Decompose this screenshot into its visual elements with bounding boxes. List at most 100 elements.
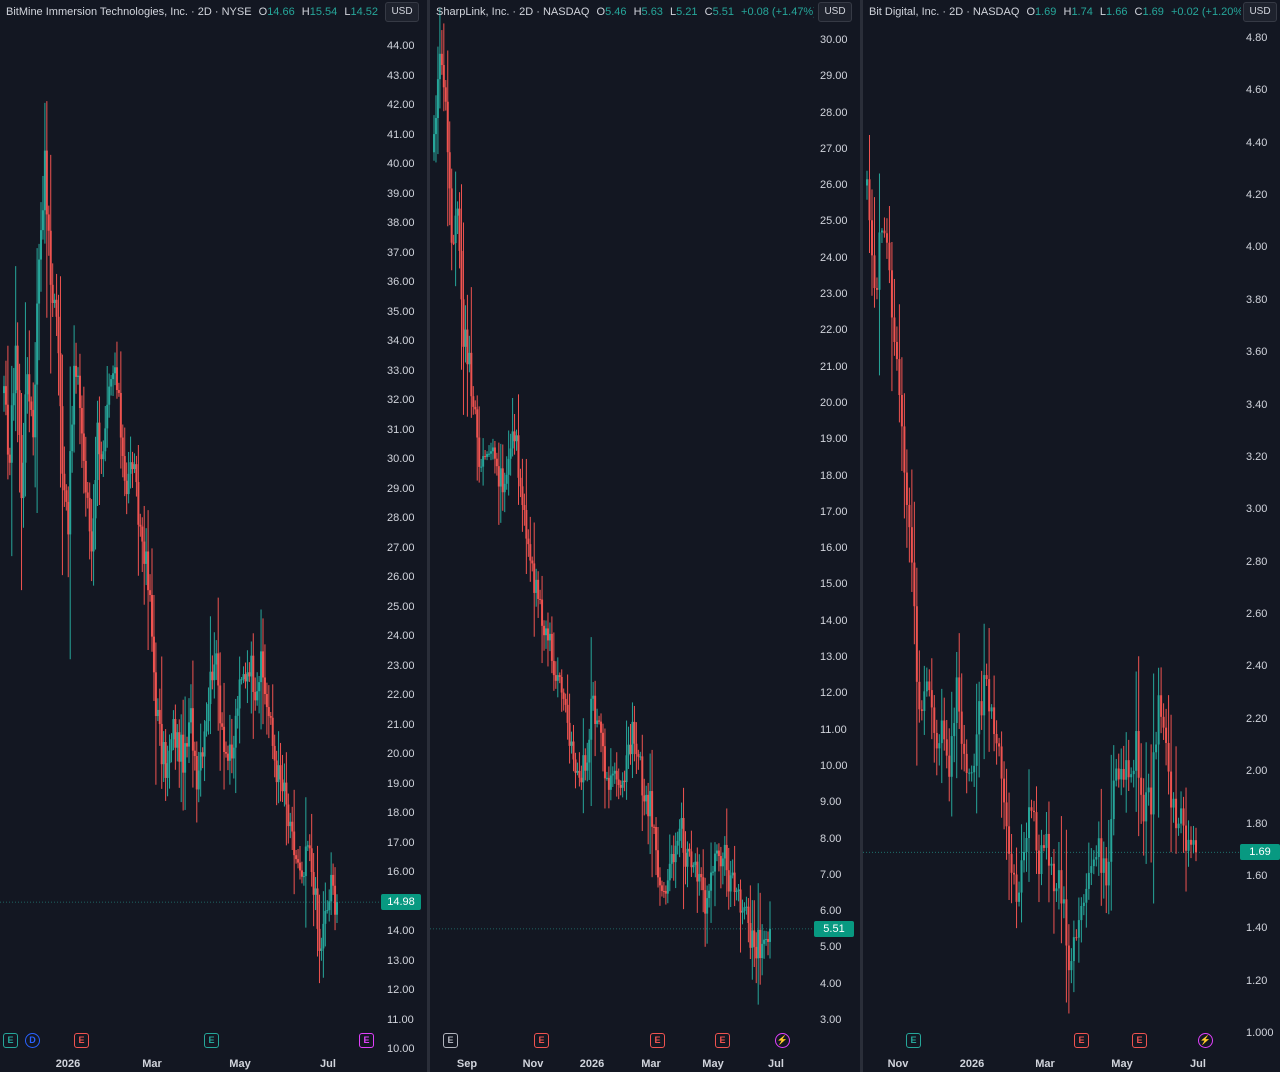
earnings-marker[interactable]: E (3, 1033, 18, 1048)
price-scale[interactable]: 44.00 43.00 42.00 41.00 40.00 39.00 38.00 37.00… (381, 0, 427, 1055)
candle-body (123, 456, 126, 481)
candlestick-plot[interactable] (863, 0, 1240, 1050)
candle-body (562, 692, 565, 699)
time-label: Nov (522, 1058, 544, 1070)
candle-body (1162, 716, 1165, 728)
candle-body (666, 880, 669, 894)
candle-body (61, 406, 64, 474)
chart-pane-sharplink[interactable]: SharpLink, Inc. · 2D · NASDAQ O5.46 H5.6… (430, 0, 860, 1072)
plot-area[interactable] (430, 0, 814, 1050)
candle-body (623, 780, 626, 783)
candle-body (258, 682, 261, 692)
time-axis[interactable]: Nov 2026 Mar May Jul (863, 1054, 1240, 1072)
price-scale[interactable]: 4.80 4.60 4.40 4.20 4.00 3.80 3.60 3.40 3.20 3.00… (1240, 0, 1280, 1050)
price-scale[interactable]: 30.00 29.00 28.00 27.00 26.00 25.00 24.00 23.00… (814, 0, 860, 1050)
earnings-marker[interactable]: E (359, 1033, 374, 1048)
symbol-legend[interactable]: Bit Digital, Inc. · 2D · NASDAQ O1.69 H1… (869, 4, 1241, 20)
candle-body (228, 744, 231, 761)
candle-body (1175, 798, 1178, 829)
candle-body (211, 671, 214, 681)
candle-body (18, 390, 21, 435)
candle-body (112, 373, 115, 380)
candle-body (560, 676, 563, 693)
chart-pane-bitdigital[interactable]: Bit Digital, Inc. · 2D · NASDAQ O1.69 H1… (863, 0, 1280, 1072)
candle-body (1127, 760, 1130, 778)
earnings-marker[interactable]: E (1132, 1033, 1147, 1048)
candle-body (334, 885, 337, 915)
symbol-legend[interactable]: BitMine Immersion Technologies, Inc. · 2… (6, 4, 378, 20)
time-axis[interactable]: 2026 Mar May Jul (0, 1054, 381, 1072)
earnings-marker[interactable]: E (534, 1033, 549, 1048)
candle-body (172, 719, 175, 740)
candle-body (219, 685, 222, 724)
candle-body (1105, 858, 1108, 886)
split-event-marker[interactable]: ⚡ (1198, 1033, 1213, 1048)
candle-body (1190, 839, 1193, 845)
candle-body (594, 695, 597, 724)
candle-body (517, 435, 520, 478)
price-tick: 20.00 (820, 396, 848, 409)
candle-body (499, 468, 502, 487)
candle-body (462, 299, 465, 347)
earnings-marker[interactable]: E (906, 1033, 921, 1048)
candle-body (480, 466, 483, 468)
price-tick: 7.00 (820, 868, 842, 881)
candle-body (723, 844, 726, 859)
candle-body (1172, 798, 1175, 808)
plot-area[interactable] (0, 0, 381, 1050)
earnings-marker[interactable]: E (74, 1033, 89, 1048)
candle-body (41, 210, 44, 231)
candle-body (629, 744, 632, 755)
price-tick: 16.00 (820, 542, 848, 555)
candle-body (230, 744, 233, 759)
candle-body (1070, 961, 1073, 971)
candle-body (690, 851, 693, 868)
candle-body (655, 827, 658, 851)
candle-body (32, 409, 35, 438)
symbol-legend[interactable]: SharpLink, Inc. · 2D · NASDAQ O5.46 H5.6… (436, 4, 814, 20)
candle-body (1082, 902, 1085, 906)
candle-body (580, 777, 583, 783)
earnings-marker[interactable]: E (650, 1033, 665, 1048)
close-value: 1.69 (1142, 6, 1164, 18)
candlestick-plot[interactable] (430, 0, 814, 1050)
chart-pane-bitmine[interactable]: BitMine Immersion Technologies, Inc. · 2… (0, 0, 427, 1072)
candle-body (682, 817, 685, 853)
dividend-marker[interactable]: D (25, 1033, 40, 1048)
candle-body (474, 406, 477, 410)
candle-body (1087, 872, 1090, 889)
candle-body (527, 538, 530, 545)
candle-body (1187, 839, 1190, 851)
candle-body (466, 329, 469, 365)
time-label: Nov (887, 1058, 909, 1070)
earnings-marker[interactable]: E (443, 1033, 458, 1048)
time-axis[interactable]: Sep Nov 2026 Mar May Jul (430, 1054, 814, 1072)
candle-body (945, 739, 948, 756)
candle-body (489, 451, 492, 454)
plot-area[interactable] (863, 0, 1240, 1050)
candle-body (8, 454, 11, 463)
candlestick-plot[interactable] (0, 0, 381, 1050)
candle-body (436, 79, 439, 119)
earnings-marker[interactable]: E (204, 1033, 219, 1048)
low-value: 1.66 (1106, 6, 1128, 18)
candle-body (246, 672, 249, 682)
split-event-marker[interactable]: ⚡ (775, 1033, 790, 1048)
price-tick: 9.00 (820, 796, 842, 809)
candle-body (698, 874, 701, 882)
earnings-marker[interactable]: E (715, 1033, 730, 1048)
candle-body (670, 853, 673, 864)
candle-body (69, 451, 72, 535)
candle-body (285, 782, 288, 805)
price-tick: 2.00 (1246, 765, 1268, 778)
candle-body (584, 755, 587, 771)
earnings-marker[interactable]: E (1074, 1033, 1089, 1048)
candle-body (176, 732, 179, 748)
price-tick: 24.00 (820, 251, 848, 264)
time-label: May (1111, 1058, 1133, 1070)
candle-body (448, 152, 451, 189)
price-tick: 28.00 (820, 106, 848, 119)
candle-body (719, 856, 722, 867)
candle-body (759, 929, 762, 959)
candle-body (1080, 905, 1083, 921)
